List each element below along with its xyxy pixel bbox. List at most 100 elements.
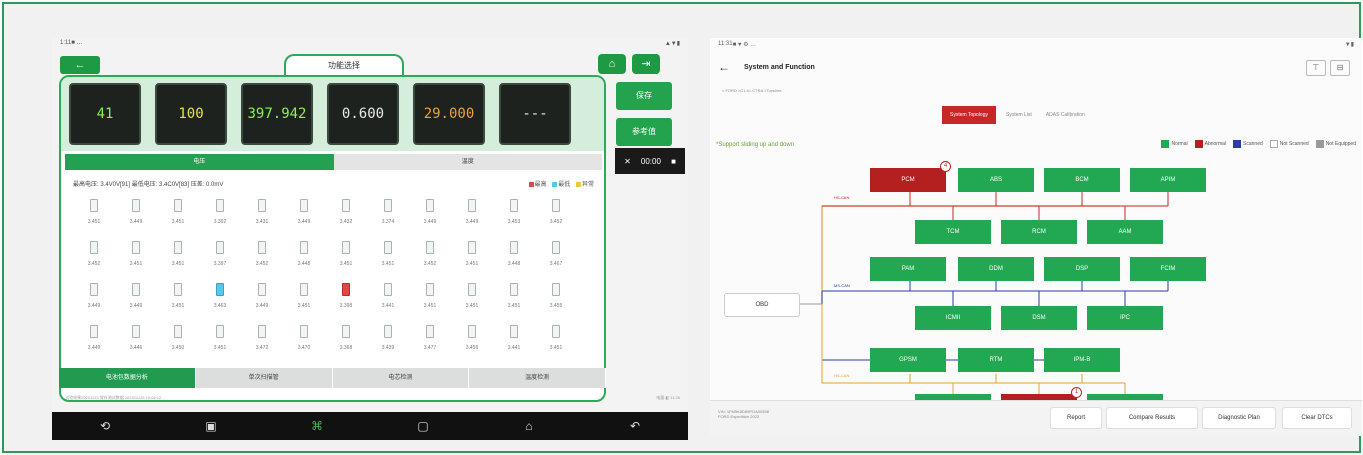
cell-47[interactable]: 3.441 [493, 325, 535, 353]
cell-19[interactable]: 3.451 [325, 241, 367, 269]
cell-5[interactable]: 3.431 [241, 199, 283, 227]
module-rtm[interactable]: RTM [958, 348, 1034, 372]
tab-single-scan[interactable]: 单次扫描管 [195, 368, 333, 388]
cell-27[interactable]: 3.451 [157, 283, 199, 311]
screenshot-icon[interactable]: ▣ [191, 419, 231, 433]
cell-1[interactable]: 3.451 [73, 199, 115, 227]
refresh-icon[interactable]: ⟲ [85, 419, 125, 433]
cell-17[interactable]: 3.452 [241, 241, 283, 269]
cell-48[interactable]: 3.451 [535, 325, 577, 353]
cell-41[interactable]: 3.472 [241, 325, 283, 353]
stop-icon[interactable]: ■ [671, 157, 676, 166]
cell-2[interactable]: 3.449 [115, 199, 157, 227]
tab-pack-analysis[interactable]: 电池包数据分析 [59, 368, 196, 388]
cell-23[interactable]: 3.448 [493, 241, 535, 269]
module-icmii[interactable]: ICMII [915, 306, 991, 330]
cell-24[interactable]: 3.467 [535, 241, 577, 269]
module-ddm[interactable]: DDM [958, 257, 1034, 281]
cell-15[interactable]: 3.451 [157, 241, 199, 269]
save-button[interactable]: 保存 [616, 82, 672, 110]
tab-voltage[interactable]: 电压 [65, 154, 334, 170]
cell-36[interactable]: 3.455 [535, 283, 577, 311]
cell-39[interactable]: 3.450 [157, 325, 199, 353]
module-tcm[interactable]: TCM [915, 220, 991, 244]
diagnostic-plan-button[interactable]: Diagnostic Plan [1202, 407, 1276, 429]
cell-33[interactable]: 3.451 [409, 283, 451, 311]
cell-37[interactable]: 3.449 [73, 325, 115, 353]
clear-dtcs-button[interactable]: Clear DTCs [1282, 407, 1352, 429]
battery-icon [426, 199, 434, 212]
module-ipc[interactable]: IPC [1087, 306, 1163, 330]
module-apim[interactable]: APIM [1130, 168, 1206, 192]
recents-icon[interactable]: ▢ [403, 419, 443, 433]
cell-30[interactable]: 3.451 [283, 283, 325, 311]
cell-34[interactable]: 3.451 [451, 283, 493, 311]
reference-button[interactable]: 参考值 [616, 118, 672, 146]
cell-8[interactable]: 3.374 [367, 199, 409, 227]
cell-28[interactable]: 3.463 [199, 283, 241, 311]
module-dsp[interactable]: DSP [1044, 257, 1120, 281]
compare-results-button[interactable]: Compare Results [1106, 407, 1198, 429]
module-gpsm[interactable]: GPSM [870, 348, 946, 372]
cell-38[interactable]: 3.446 [115, 325, 157, 353]
cell-26[interactable]: 3.449 [115, 283, 157, 311]
cell-3[interactable]: 3.451 [157, 199, 199, 227]
android-nav-bar: ⟲ ▣ ⌘ ▢ ⌂ ↶ [52, 412, 688, 440]
back-nav-icon[interactable]: ↶ [615, 419, 655, 433]
cell-6[interactable]: 3.449 [283, 199, 325, 227]
report-button[interactable]: Report [1050, 407, 1102, 429]
close-icon[interactable]: ✕ [624, 157, 631, 166]
module-dsm[interactable]: DSM [1001, 306, 1077, 330]
cell-40[interactable]: 3.451 [199, 325, 241, 353]
cell-43[interactable]: 3.368 [325, 325, 367, 353]
cell-13[interactable]: 3.452 [73, 241, 115, 269]
home-nav-icon[interactable]: ⌂ [509, 419, 549, 433]
battery-icon [384, 241, 392, 254]
tab-temperature[interactable]: 温度 [333, 154, 602, 170]
cell-voltage: 3.439 [381, 345, 395, 351]
cell-voltage: 3.449 [129, 219, 143, 225]
cell-44[interactable]: 3.439 [367, 325, 409, 353]
cell-16[interactable]: 3.397 [199, 241, 241, 269]
battery-icon [426, 283, 434, 296]
cell-42[interactable]: 3.470 [283, 325, 325, 353]
home-button[interactable]: ⌂ [598, 54, 626, 74]
cell-46[interactable]: 3.456 [451, 325, 493, 353]
exit-button[interactable]: ⇥ [632, 54, 660, 74]
cell-45[interactable]: 3.477 [409, 325, 451, 353]
cell-29[interactable]: 3.449 [241, 283, 283, 311]
cell-31[interactable]: 3.398 [325, 283, 367, 311]
cell-12[interactable]: 3.452 [535, 199, 577, 227]
obd-port[interactable]: OBD [724, 293, 800, 317]
cell-4[interactable]: 3.392 [199, 199, 241, 227]
cell-18[interactable]: 3.448 [283, 241, 325, 269]
cell-7[interactable]: 3.432 [325, 199, 367, 227]
module-abs[interactable]: ABS [958, 168, 1034, 192]
battery-icon [90, 199, 98, 212]
module-pam[interactable]: PAM [870, 257, 946, 281]
cell-9[interactable]: 3.449 [409, 199, 451, 227]
cell-voltage: 3.467 [549, 261, 563, 267]
back-button[interactable]: ← [60, 56, 100, 74]
module-pcm[interactable]: PCM [870, 168, 946, 192]
module-aam[interactable]: AAM [1087, 220, 1163, 244]
module-bcm[interactable]: BCM [1044, 168, 1120, 192]
vci-icon[interactable]: ⌘ [297, 419, 337, 433]
cell-21[interactable]: 3.452 [409, 241, 451, 269]
cell-22[interactable]: 3.451 [451, 241, 493, 269]
cell-14[interactable]: 3.451 [115, 241, 157, 269]
cell-35[interactable]: 3.451 [493, 283, 535, 311]
main-panel: 41 100 397.942 0.600 29.000 --- 电压 温度 最高电压: 3… [59, 75, 606, 402]
cell-25[interactable]: 3.449 [73, 283, 115, 311]
tab-temp-check[interactable]: 温度检测 [469, 368, 606, 388]
cell-32[interactable]: 3.441 [367, 283, 409, 311]
cell-voltage: 3.451 [297, 303, 311, 309]
cell-11[interactable]: 3.453 [493, 199, 535, 227]
module-fcim[interactable]: FCIM [1130, 257, 1206, 281]
cell-10[interactable]: 3.449 [451, 199, 493, 227]
cell-20[interactable]: 3.451 [367, 241, 409, 269]
module-ipm-b[interactable]: IPM-B [1044, 348, 1120, 372]
tab-cell-check[interactable]: 电芯检测 [332, 368, 470, 388]
battery-icon [216, 325, 224, 338]
module-rcm[interactable]: RCM [1001, 220, 1077, 244]
